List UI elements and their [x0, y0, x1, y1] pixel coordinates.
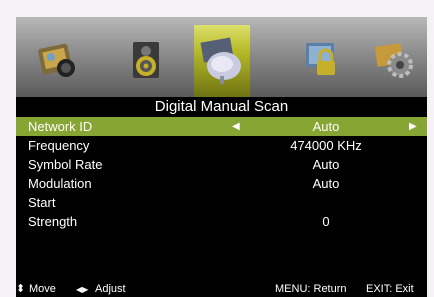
arrow-left-icon[interactable]: ◀ — [232, 117, 240, 136]
tab-picture[interactable] — [30, 31, 86, 89]
tab-setup[interactable] — [366, 31, 422, 89]
left-right-icon: ◀▶ — [76, 285, 89, 294]
row-network-id[interactable]: Network ID ◀ Auto ▶ — [16, 117, 427, 136]
row-label: Modulation — [28, 176, 92, 191]
row-value: 474000 KHz — [290, 138, 362, 153]
row-frequency[interactable]: Frequency 474000 KHz — [16, 136, 427, 155]
lock-icon — [306, 43, 335, 75]
tab-channel[interactable] — [194, 25, 250, 97]
row-label: Frequency — [28, 138, 90, 153]
sound-icon — [133, 42, 159, 78]
row-value: Auto — [312, 176, 340, 191]
up-down-icon: ⬍ — [16, 283, 26, 295]
footer-hints: ⬍ Move ◀▶ Adjust MENU: Return EXIT: Exit — [16, 282, 427, 297]
row-label: Strength — [28, 214, 78, 229]
row-start[interactable]: Start — [16, 193, 427, 212]
exit-hint: EXIT: Exit — [366, 283, 414, 295]
menu-category-bar — [16, 17, 427, 97]
menu-return-hint: MENU: Return — [275, 283, 347, 295]
row-value: Auto — [312, 119, 340, 134]
row-strength: Strength 0 — [16, 212, 427, 231]
adjust-hint: Adjust — [95, 283, 126, 295]
menu-title: Digital Manual Scan — [16, 97, 427, 117]
arrow-right-icon[interactable]: ▶ — [409, 117, 417, 136]
tab-sound[interactable] — [119, 31, 175, 89]
row-label: Start — [28, 195, 56, 210]
row-symbol-rate[interactable]: Symbol Rate Auto — [16, 155, 427, 174]
row-value: Auto — [312, 157, 340, 172]
tv-menu-screen: Digital Manual Scan Network ID ◀ Auto ▶ … — [16, 17, 427, 297]
row-label: Network ID — [28, 119, 93, 134]
setup-icon — [374, 43, 413, 78]
move-hint: Move — [29, 283, 56, 295]
row-modulation[interactable]: Modulation Auto — [16, 174, 427, 193]
settings-list: Network ID ◀ Auto ▶ Frequency 474000 KHz… — [16, 117, 427, 231]
tab-lock[interactable] — [294, 31, 350, 89]
channel-icon — [200, 37, 241, 84]
picture-icon — [38, 43, 75, 77]
row-value: 0 — [322, 214, 330, 229]
row-label: Symbol Rate — [28, 157, 103, 172]
